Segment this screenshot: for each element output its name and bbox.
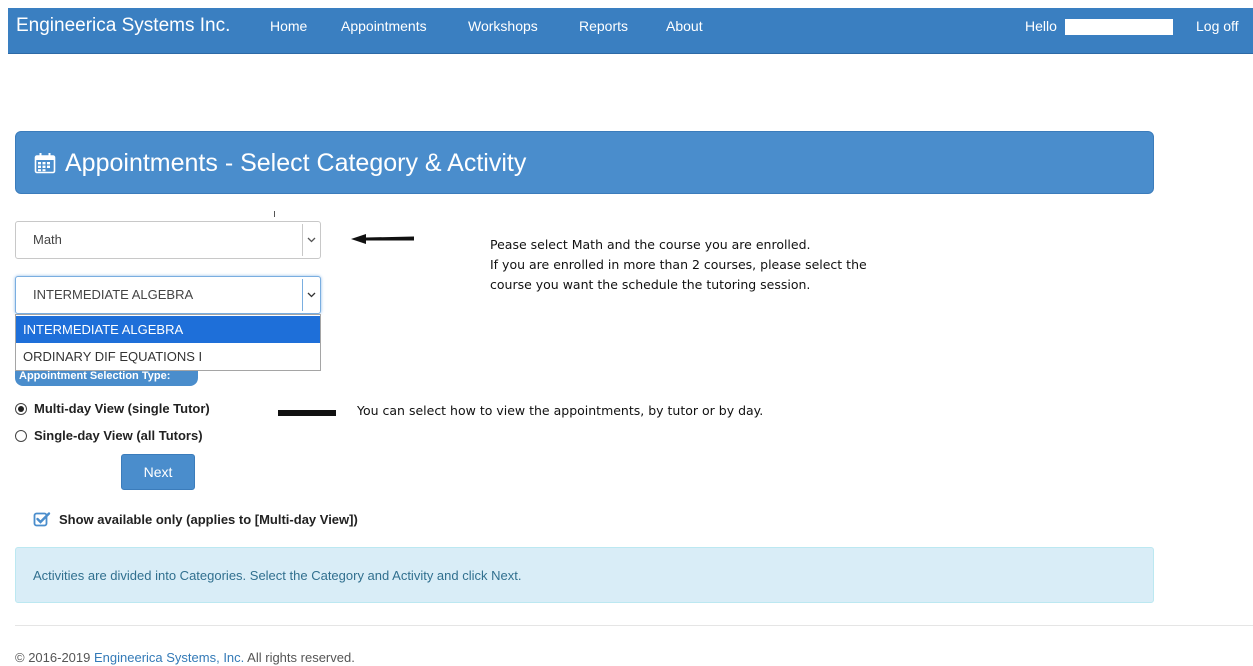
next-button[interactable]: Next: [121, 454, 195, 490]
selection-type-label: Appointment Selection Type:: [15, 371, 198, 386]
top-navbar: Engineerica Systems Inc. Home Appointmen…: [8, 8, 1253, 54]
annotation-line: Pease select Math and the course you are…: [490, 237, 811, 252]
radio-label: Multi-day View (single Tutor): [34, 401, 210, 416]
annotation-line: course you want the schedule the tutorin…: [490, 277, 811, 292]
annotation-dash: [278, 410, 336, 416]
info-text: Activities are divided into Categories. …: [33, 568, 522, 583]
info-alert: Activities are divided into Categories. …: [15, 547, 1154, 603]
footer-divider: [15, 625, 1253, 626]
radio-button[interactable]: [15, 430, 27, 442]
calendar-icon: [34, 153, 56, 174]
nav-appointments[interactable]: Appointments: [341, 8, 427, 44]
hello-text: Hello: [1025, 18, 1057, 34]
redacted-username: [1065, 19, 1173, 35]
footer: © 2016-2019 Engineerica Systems, Inc. Al…: [15, 650, 355, 665]
footer-company-link[interactable]: Engineerica Systems, Inc.: [94, 650, 244, 665]
activity-option-intermediate-algebra[interactable]: INTERMEDIATE ALGEBRA: [16, 316, 320, 343]
show-available-label: Show available only (applies to [Multi-d…: [59, 512, 358, 527]
activity-dropdown-list: INTERMEDIATE ALGEBRA ORDINARY DIF EQUATI…: [15, 314, 321, 371]
footer-rights: All rights reserved.: [244, 650, 355, 665]
radio-label: Single-day View (all Tutors): [34, 428, 203, 443]
nav-workshops[interactable]: Workshops: [468, 8, 538, 44]
annotation-note-view: You can select how to view the appointme…: [357, 403, 764, 418]
nav-home[interactable]: Home: [270, 8, 307, 44]
annotation-line: If you are enrolled in more than 2 cours…: [490, 257, 867, 272]
category-select[interactable]: Math: [15, 221, 321, 259]
category-select-value: Math: [33, 232, 62, 247]
radio-button-checked[interactable]: [15, 403, 27, 415]
nav-about[interactable]: About: [666, 8, 703, 44]
chevron-down-icon: [302, 224, 320, 256]
chevron-down-icon: [302, 279, 320, 311]
footer-copyright: © 2016-2019: [15, 650, 94, 665]
activity-select[interactable]: INTERMEDIATE ALGEBRA: [15, 276, 321, 314]
annotation-note-category: Pease select Math and the course you are…: [490, 235, 867, 295]
brand-link[interactable]: Engineerica Systems Inc.: [16, 8, 230, 44]
page-header-panel: Appointments - Select Category & Activit…: [15, 131, 1154, 194]
activity-select-value: INTERMEDIATE ALGEBRA: [33, 287, 194, 302]
page-title: Appointments - Select Category & Activit…: [65, 149, 527, 177]
checkbox-checked-icon[interactable]: [33, 510, 51, 528]
stray-mark: [274, 211, 275, 217]
activity-option-ordinary-dif-equations[interactable]: ORDINARY DIF EQUATIONS I: [16, 343, 320, 370]
nav-reports[interactable]: Reports: [579, 8, 628, 44]
logoff-link[interactable]: Log off: [1196, 8, 1239, 44]
annotation-arrow-icon: [351, 234, 414, 244]
